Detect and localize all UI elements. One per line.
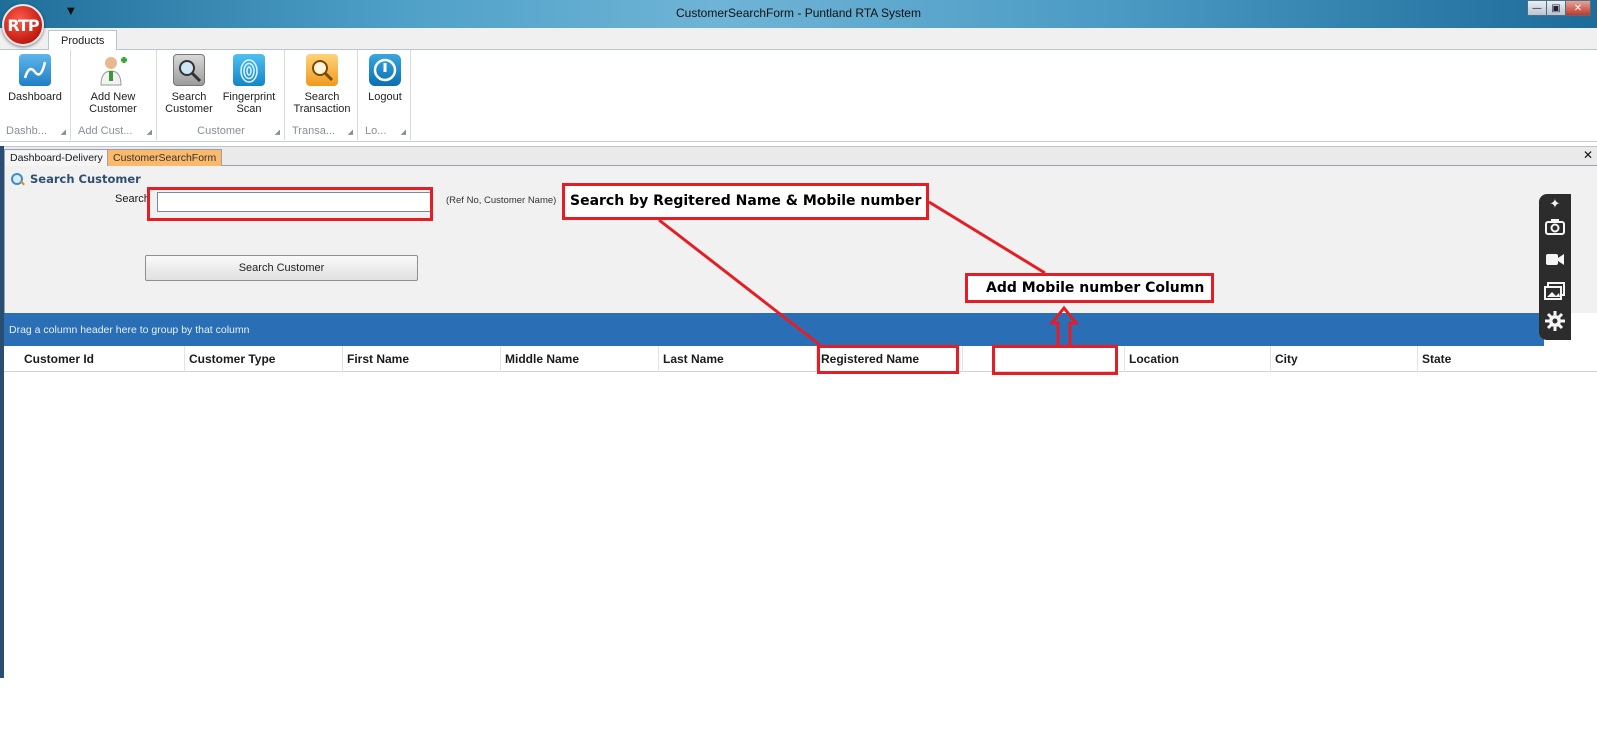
search-panel-title: Search Customer bbox=[11, 172, 141, 186]
annotation-box-new-column bbox=[992, 345, 1118, 375]
column-header-customer-type[interactable]: Customer Type bbox=[184, 346, 342, 372]
search-transaction-icon bbox=[306, 54, 338, 86]
search-hint: (Ref No, Customer Name) bbox=[446, 195, 557, 206]
ribbon-tab-strip: Products bbox=[0, 28, 1597, 51]
document-tab-strip: Dashboard-Delivery CustomerSearchForm ✕ bbox=[0, 146, 1597, 166]
close-button[interactable]: ✕ bbox=[1565, 0, 1591, 16]
logout-button[interactable]: Logout bbox=[365, 54, 405, 103]
group-launcher-icon[interactable]: ◢ bbox=[275, 128, 280, 136]
ribbon-group-transaction: Search Transaction Transa... ◢ bbox=[286, 50, 358, 140]
dashboard-button[interactable]: Dashboard bbox=[6, 54, 64, 103]
window-title: CustomerSearchForm - Puntland RTA System bbox=[676, 6, 921, 20]
dashboard-icon bbox=[19, 54, 51, 86]
group-launcher-icon[interactable]: ◢ bbox=[348, 128, 353, 136]
group-caption: Transa... ◢ bbox=[292, 125, 353, 137]
group-launcher-icon[interactable]: ◢ bbox=[401, 128, 406, 136]
annotation-box-registered-name bbox=[817, 345, 959, 374]
add-new-customer-label: Add New Customer bbox=[89, 91, 137, 115]
search-transaction-label: Search Transaction bbox=[293, 91, 351, 115]
ribbon-group-customer: Search Customer Fingerprint Scan Custome… bbox=[158, 50, 285, 140]
search-customer-label: Search Customer bbox=[165, 91, 213, 115]
window-controls: — ▣ ✕ bbox=[1527, 0, 1591, 16]
settings-icon[interactable] bbox=[1544, 310, 1566, 332]
tab-dashboard-delivery[interactable]: Dashboard-Delivery bbox=[4, 149, 109, 166]
column-header-location[interactable]: Location bbox=[1124, 346, 1270, 372]
group-launcher-icon[interactable]: ◢ bbox=[147, 128, 152, 136]
column-header-state[interactable]: State bbox=[1417, 346, 1597, 372]
group-caption: Dashb... ◢ bbox=[6, 125, 66, 137]
logout-icon bbox=[369, 54, 401, 86]
annotation-search-note: Search by Regitered Name & Mobile number bbox=[562, 183, 929, 220]
pin-icon[interactable]: ✦ bbox=[1544, 194, 1566, 216]
gallery-icon[interactable] bbox=[1544, 280, 1566, 302]
logout-label: Logout bbox=[368, 91, 402, 103]
ribbon-group-logout: Logout Lo... ◢ bbox=[359, 50, 411, 140]
tab-products[interactable]: Products bbox=[48, 30, 118, 51]
side-toolbar: ✦ bbox=[1539, 194, 1571, 340]
group-caption: Add Cust... ◢ bbox=[78, 125, 152, 137]
add-user-icon bbox=[97, 54, 129, 86]
app-window: ▼ CustomerSearchForm - Puntland RTA Syst… bbox=[0, 0, 1597, 734]
video-icon[interactable] bbox=[1544, 248, 1566, 270]
search-customer-icon bbox=[173, 54, 205, 86]
camera-icon[interactable] bbox=[1544, 216, 1566, 238]
dashboard-label: Dashboard bbox=[8, 91, 62, 103]
ribbon-group-dashboard: Dashboard Dashb... ◢ bbox=[0, 50, 71, 140]
annotation-box-search-input bbox=[147, 187, 433, 221]
group-caption: Customer ◢ bbox=[197, 125, 280, 137]
ribbon-group-add-customer: Add New Customer Add Cust... ◢ bbox=[72, 50, 157, 140]
group-by-panel[interactable]: Drag a column header here to group by th… bbox=[4, 313, 1544, 346]
grid-body[interactable] bbox=[4, 372, 1597, 678]
column-header-customer-id[interactable]: Customer Id bbox=[20, 346, 184, 372]
search-icon bbox=[11, 172, 24, 186]
fingerprint-scan-label: Fingerprint Scan bbox=[222, 91, 276, 115]
tab-customer-search-form[interactable]: CustomerSearchForm bbox=[107, 149, 223, 166]
column-header-first-name[interactable]: First Name bbox=[342, 346, 500, 372]
search-label: Search bbox=[115, 193, 150, 205]
column-header-middle-name[interactable]: Middle Name bbox=[500, 346, 658, 372]
fingerprint-icon bbox=[233, 54, 265, 86]
minimize-button[interactable]: — bbox=[1527, 0, 1547, 16]
close-document-icon[interactable]: ✕ bbox=[1583, 148, 1593, 162]
fingerprint-scan-button[interactable]: Fingerprint Scan bbox=[220, 54, 278, 115]
annotation-column-note: Add Mobile number Column bbox=[965, 273, 1214, 303]
title-bar: ▼ CustomerSearchForm - Puntland RTA Syst… bbox=[0, 0, 1597, 28]
search-customer-submit-button[interactable]: Search Customer bbox=[145, 255, 418, 281]
group-caption: Lo... ◢ bbox=[365, 125, 406, 137]
search-transaction-button[interactable]: Search Transaction bbox=[290, 54, 354, 115]
grid-header: Customer Id Customer Type First Name Mid… bbox=[4, 346, 1597, 372]
column-header-last-name[interactable]: Last Name bbox=[658, 346, 816, 372]
add-new-customer-button[interactable]: Add New Customer bbox=[82, 54, 144, 115]
app-logo[interactable]: RTP bbox=[2, 4, 44, 46]
column-header-city[interactable]: City bbox=[1270, 346, 1417, 372]
maximize-button[interactable]: ▣ bbox=[1546, 0, 1566, 16]
ribbon: Dashboard Dashb... ◢ Add New Customer Add… bbox=[0, 50, 1597, 142]
search-customer-button[interactable]: Search Customer bbox=[164, 54, 214, 115]
group-launcher-icon[interactable]: ◢ bbox=[61, 128, 66, 136]
